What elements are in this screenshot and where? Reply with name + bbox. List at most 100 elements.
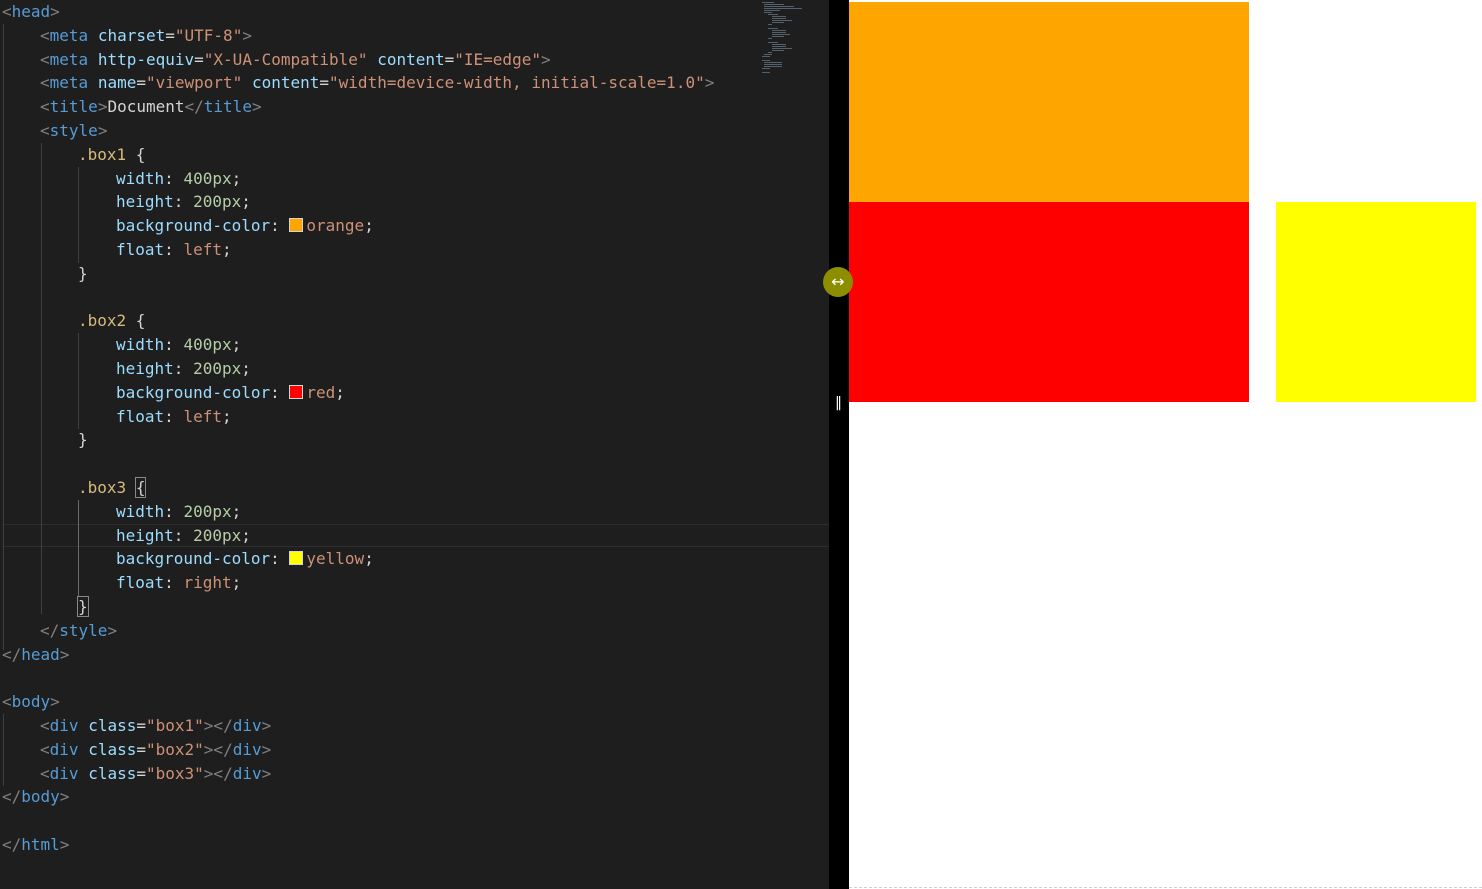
code-line[interactable]: <div class="box2"></div> [2, 738, 829, 762]
code-line[interactable]: <div class="box3"></div> [2, 762, 829, 786]
code-line[interactable]: width: 400px; [2, 333, 829, 357]
code-text: } [78, 430, 88, 449]
minimap-line [764, 54, 772, 55]
code-line[interactable]: background-color: red; [2, 381, 829, 405]
code-line[interactable]: <head> [2, 0, 829, 24]
css-value: orange [306, 216, 364, 235]
code-text: = [165, 26, 175, 45]
punctuation: ></ [204, 764, 233, 783]
tag-name: div [233, 716, 262, 735]
code-text: : [174, 526, 193, 545]
css-property: height [116, 359, 174, 378]
code-line[interactable]: </body> [2, 785, 829, 809]
pane-splitter[interactable] [829, 0, 849, 889]
code-line[interactable]: </style> [2, 619, 829, 643]
code-line[interactable]: } [2, 262, 829, 286]
code-line[interactable]: <meta name="viewport" content="width=dev… [2, 71, 829, 95]
code-line[interactable]: <title>Document</title> [2, 95, 829, 119]
code-line[interactable]: } [2, 595, 829, 619]
css-selector: .box2 [78, 311, 126, 330]
punctuation: > [262, 740, 272, 759]
code-line[interactable]: float: left; [2, 405, 829, 429]
code-line[interactable]: <body> [2, 690, 829, 714]
tag-name: title [50, 97, 98, 116]
punctuation: > [98, 121, 108, 140]
code-line[interactable]: width: 400px; [2, 167, 829, 191]
color-swatch-icon[interactable] [289, 218, 303, 232]
code-line[interactable] [2, 452, 829, 476]
code-line[interactable]: background-color: yellow; [2, 547, 829, 571]
code-text: ; [232, 169, 242, 188]
minimap-line [764, 6, 794, 7]
css-property: height [116, 526, 174, 545]
punctuation: > [705, 73, 715, 92]
css-number: 200px [183, 502, 231, 521]
color-swatch-icon[interactable] [289, 385, 303, 399]
code-text: ; [232, 502, 242, 521]
resize-arrows-icon[interactable]: ↔ [823, 267, 853, 297]
minimap-line [772, 44, 786, 45]
minimap[interactable] [760, 0, 829, 80]
color-swatch-icon[interactable] [289, 551, 303, 565]
code-line[interactable]: </html> [2, 833, 829, 857]
punctuation: ></ [204, 716, 233, 735]
code-line[interactable]: <meta http-equiv="X-UA-Compatible" conte… [2, 48, 829, 72]
minimap-line [764, 4, 784, 5]
attribute-name: http-equiv [98, 50, 194, 69]
code-line[interactable] [2, 666, 829, 690]
minimap-line [764, 66, 782, 67]
css-value: right [183, 573, 231, 592]
punctuation: </ [40, 621, 59, 640]
code-text: : [164, 407, 183, 426]
code-text [368, 50, 378, 69]
minimap-line [764, 12, 772, 13]
css-property: float [116, 407, 164, 426]
css-property: float [116, 573, 164, 592]
minimap-line [772, 18, 786, 19]
minimap-line [772, 46, 786, 47]
attribute-name: class [88, 740, 136, 759]
tag-name: title [204, 97, 252, 116]
code-line[interactable]: width: 200px; [2, 500, 829, 524]
css-number: 200px [193, 359, 241, 378]
code-line[interactable]: height: 200px; [2, 190, 829, 214]
minimap-line [768, 14, 778, 15]
code-line[interactable]: } [2, 428, 829, 452]
code-line[interactable]: <meta charset="UTF-8"> [2, 24, 829, 48]
code-line[interactable] [2, 286, 829, 310]
code-line[interactable]: .box2 { [2, 309, 829, 333]
code-lines[interactable]: <head><meta charset="UTF-8"><meta http-e… [2, 0, 829, 857]
punctuation: > [50, 2, 60, 21]
splitter-grip-icon[interactable]: ‖ [835, 393, 843, 413]
code-line[interactable]: background-color: orange; [2, 214, 829, 238]
code-text [126, 478, 136, 497]
punctuation: </ [185, 97, 204, 116]
code-line[interactable]: float: right; [2, 571, 829, 595]
css-number: 200px [193, 526, 241, 545]
css-property: background-color [116, 549, 270, 568]
css-property: width [116, 169, 164, 188]
string-literal: "box2" [146, 740, 204, 759]
code-text: = [136, 764, 146, 783]
punctuation: > [252, 97, 262, 116]
code-line[interactable]: .box1 { [2, 143, 829, 167]
css-number: 400px [183, 335, 231, 354]
tag-name: head [21, 645, 60, 664]
code-text: : [270, 383, 289, 402]
browser-preview [849, 0, 1482, 889]
matched-bracket: } [78, 597, 88, 616]
code-editor[interactable]: <head><meta charset="UTF-8"><meta http-e… [0, 0, 829, 889]
code-line[interactable] [2, 809, 829, 833]
code-line[interactable]: <style> [2, 119, 829, 143]
box2-red [849, 202, 1249, 402]
code-line[interactable]: .box3 { [2, 476, 829, 500]
code-line[interactable]: height: 200px; [2, 357, 829, 381]
punctuation: > [60, 645, 70, 664]
attribute-name: content [377, 50, 444, 69]
code-line[interactable]: <div class="box1"></div> [2, 714, 829, 738]
punctuation: > [98, 97, 108, 116]
code-line[interactable]: height: 200px; [2, 524, 829, 548]
code-line[interactable]: </head> [2, 643, 829, 667]
code-line[interactable]: float: left; [2, 238, 829, 262]
tag-name: meta [50, 26, 89, 45]
